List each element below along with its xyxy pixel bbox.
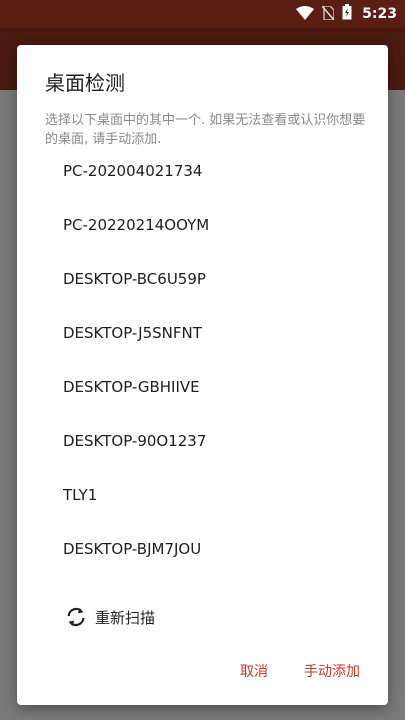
cancel-button[interactable]: 取消 (240, 661, 268, 681)
list-item-desktop[interactable]: DESKTOP-0BU084I (17, 576, 388, 595)
dialog-title: 桌面检测 (45, 71, 125, 95)
status-icons: 5:23 (296, 4, 397, 24)
desktop-list[interactable]: PC-202004021734 PC-20220214OOYM DESKTOP-… (17, 149, 388, 595)
battery-icon (342, 4, 352, 24)
rescan-button[interactable]: 重新扫描 (65, 605, 155, 629)
list-item-desktop[interactable]: DESKTOP-J5SNFNT (17, 306, 388, 360)
list-item-desktop[interactable]: PC-20220214OOYM (17, 198, 388, 252)
manual-add-button[interactable]: 手动添加 (304, 661, 360, 681)
status-bar: 5:23 (0, 0, 405, 28)
list-item-desktop[interactable]: PC-202004021734 (17, 149, 388, 198)
dialog-subtitle: 选择以下桌面中的其中一个. 如果无法查看或认识你想要的桌面, 请手动添加. (45, 113, 366, 147)
list-item-desktop[interactable]: DESKTOP-GBHIIVE (17, 360, 388, 414)
list-item-desktop[interactable]: DESKTOP-BC6U59P (17, 252, 388, 306)
status-time: 5:23 (362, 6, 397, 22)
wifi-icon (296, 5, 315, 24)
dialog-actions: 取消 手动添加 (240, 661, 360, 681)
list-item-desktop[interactable]: TLY1 (17, 468, 388, 522)
rescan-label: 重新扫描 (95, 608, 156, 627)
no-sim-icon (321, 4, 335, 24)
list-item-desktop[interactable]: DESKTOP-90O1237 (17, 414, 388, 468)
desktop-detect-dialog: 桌面检测 选择以下桌面中的其中一个. 如果无法查看或认识你想要的桌面, 请手动添… (17, 45, 388, 705)
refresh-icon (65, 606, 87, 628)
list-item-desktop[interactable]: DESKTOP-BJM7JOU (17, 522, 388, 576)
